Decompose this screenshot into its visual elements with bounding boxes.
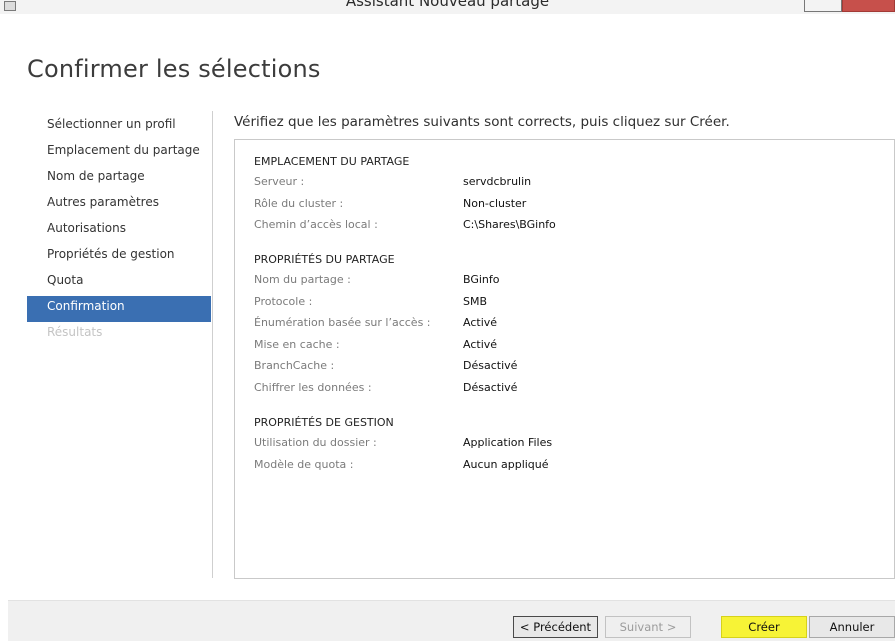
section-share-properties: PROPRIÉTÉS DU PARTAGE Nom du partage : B… [254, 250, 874, 398]
detail-row: Modèle de quota : Aucun appliqué [254, 454, 874, 476]
wizard-footer: < Précédent Suivant > Créer Annuler [8, 600, 895, 641]
detail-row: Serveur : servdcbrulin [254, 171, 874, 193]
create-button[interactable]: Créer [721, 616, 807, 638]
detail-key: Rôle du cluster : [254, 196, 344, 210]
step-select-profile[interactable]: Sélectionner un profil [27, 114, 211, 140]
detail-key: Modèle de quota : [254, 457, 354, 471]
detail-row: Rôle du cluster : Non-cluster [254, 193, 874, 215]
detail-value: Application Files [463, 436, 553, 449]
detail-key: Mise en cache : [254, 337, 340, 351]
detail-row: Protocole : SMB [254, 291, 874, 313]
detail-value: Non-cluster [463, 196, 527, 210]
detail-row: Utilisation du dossier : Application Fil… [254, 432, 874, 454]
detail-row: Mise en cache : Activé [254, 334, 874, 356]
confirmation-details-panel: EMPLACEMENT DU PARTAGE Serveur : servdcb… [234, 139, 895, 579]
section-management-properties: PROPRIÉTÉS DE GESTION Utilisation du dos… [254, 413, 874, 475]
detail-key: Utilisation du dossier : [254, 436, 377, 449]
window-title: Assistant Nouveau partage [345, 0, 550, 10]
detail-key: BranchCache : [254, 359, 335, 372]
minimize-button[interactable] [804, 0, 842, 12]
step-other-settings[interactable]: Autres paramètres [27, 192, 211, 218]
section-heading: PROPRIÉTÉS DE GESTION [254, 416, 394, 429]
next-button: Suivant > [605, 616, 691, 638]
cancel-button[interactable]: Annuler [809, 616, 895, 638]
detail-value: Désactivé [463, 359, 518, 372]
step-results: Résultats [47, 325, 103, 339]
detail-key: Chiffrer les données : [254, 380, 372, 394]
detail-row: BranchCache : Désactivé [254, 355, 874, 377]
detail-value: BGinfo [463, 273, 500, 286]
detail-row: Énumération basée sur l’accès : Activé [254, 312, 874, 334]
close-button[interactable] [842, 0, 895, 12]
step-quota[interactable]: Quota [27, 270, 211, 296]
wizard-steps-nav: Sélectionner un profil Emplacement du pa… [27, 114, 211, 348]
step-management-properties[interactable]: Propriétés de gestion [27, 244, 211, 270]
title-bar: Assistant Nouveau partage [0, 0, 895, 14]
detail-value: SMB [463, 294, 488, 308]
section-heading: EMPLACEMENT DU PARTAGE [254, 155, 410, 168]
previous-button[interactable]: < Précédent [513, 616, 598, 638]
step-confirmation[interactable]: Confirmation [27, 296, 211, 322]
detail-row: Chiffrer les données : Désactivé [254, 377, 874, 399]
detail-value: C:\Shares\BGinfo [463, 218, 556, 231]
detail-key: Chemin d’accès local : [254, 218, 378, 231]
section-share-location: EMPLACEMENT DU PARTAGE Serveur : servdcb… [254, 152, 874, 236]
steps-divider [212, 111, 213, 578]
detail-value: servdcbrulin [463, 175, 532, 188]
step-share-location[interactable]: Emplacement du partage [27, 140, 211, 166]
detail-value: Activé [463, 316, 498, 329]
detail-value: Aucun appliqué [463, 457, 549, 471]
instruction-text: Vérifiez que les paramètres suivants son… [234, 114, 730, 130]
page-title: Confirmer les sélections [27, 55, 321, 83]
detail-value: Désactivé [463, 380, 518, 394]
section-heading: PROPRIÉTÉS DU PARTAGE [254, 253, 395, 266]
detail-key: Serveur : [254, 175, 305, 188]
detail-key: Protocole : [254, 294, 313, 308]
detail-value: Activé [463, 337, 498, 351]
detail-key: Nom du partage : [254, 273, 351, 286]
detail-row: Chemin d’accès local : C:\Shares\BGinfo [254, 214, 874, 236]
step-share-name[interactable]: Nom de partage [27, 166, 211, 192]
detail-row: Nom du partage : BGinfo [254, 269, 874, 291]
step-permissions[interactable]: Autorisations [27, 218, 211, 244]
detail-key: Énumération basée sur l’accès : [254, 316, 431, 329]
